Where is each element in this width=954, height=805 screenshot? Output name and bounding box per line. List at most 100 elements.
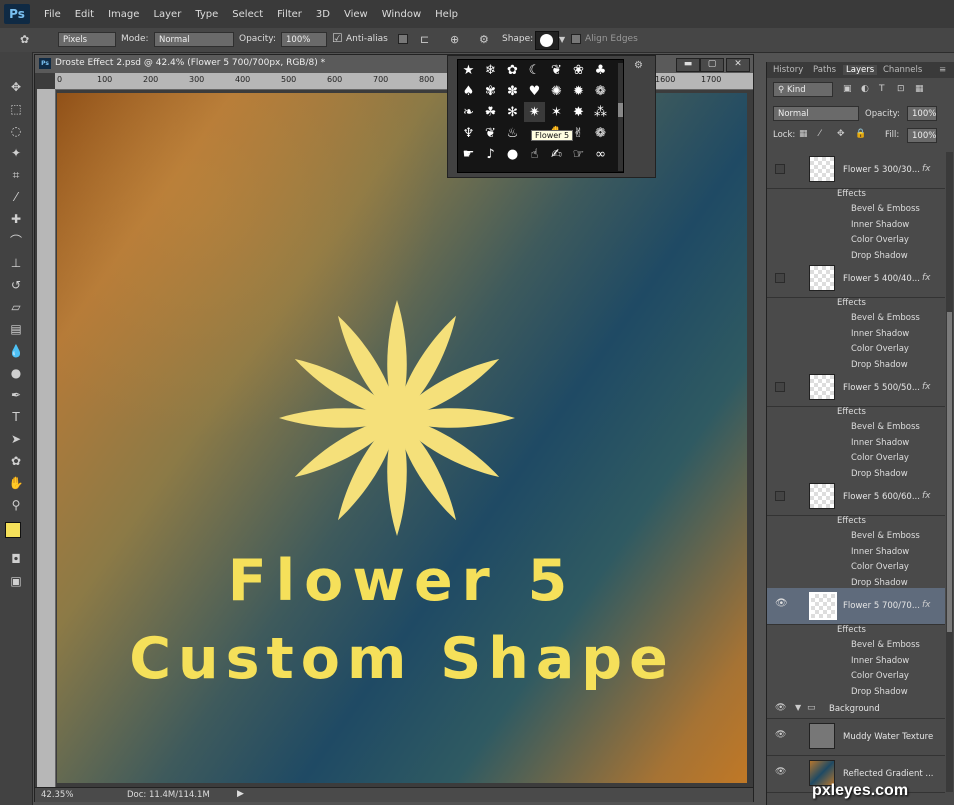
fill-field[interactable]: 100% (907, 128, 937, 143)
effect-bevel-emboss[interactable]: Bevel & Emboss (851, 313, 920, 323)
layers-scroll-thumb[interactable] (947, 312, 952, 632)
effect-drop-shadow[interactable]: Drop Shadow (851, 469, 908, 479)
layer-blend-mode-dropdown[interactable]: Normal (773, 106, 859, 121)
shape-leaf-icon[interactable]: ❦ (546, 60, 567, 80)
maximize-button[interactable]: ▢ (700, 58, 724, 72)
visibility-toggle[interactable] (775, 491, 785, 501)
shape-hand-icon[interactable]: ☝ (524, 144, 545, 164)
effect-color-overlay[interactable]: Color Overlay (851, 235, 909, 245)
effect-bevel-emboss[interactable]: Bevel & Emboss (851, 640, 920, 650)
effect-inner-shadow[interactable]: Inner Shadow (851, 547, 909, 557)
effect-bevel-emboss[interactable]: Bevel & Emboss (851, 531, 920, 541)
custom-shape-tool-icon[interactable]: ✿ (6, 452, 26, 470)
shape-flower-icon[interactable]: ✹ (568, 81, 589, 101)
dodge-tool-icon[interactable]: ● (6, 364, 26, 382)
clone-stamp-tool-icon[interactable]: ⊥ (6, 254, 26, 272)
eye-icon[interactable]: 👁 (775, 767, 786, 777)
effect-drop-shadow[interactable]: Drop Shadow (851, 360, 908, 370)
zoom-tool-icon[interactable]: ⚲ (6, 496, 26, 514)
type-tool-icon[interactable]: T (6, 408, 26, 426)
lasso-tool-icon[interactable]: ◌ (6, 122, 26, 140)
custom-shape-tool-icon[interactable]: ✿ (20, 33, 29, 46)
layer-row[interactable]: Flower 5 500/50... fx (767, 370, 945, 407)
shape-grass-icon[interactable]: ⁂ (590, 102, 611, 122)
menu-type[interactable]: Type (195, 9, 218, 20)
shape-snowflake-icon[interactable]: ❄ (480, 60, 501, 80)
menu-help[interactable]: Help (435, 9, 458, 20)
filter-adjust-icon[interactable]: ◐ (861, 84, 869, 94)
zoom-level[interactable]: 42.35% (41, 790, 73, 800)
visibility-toggle[interactable] (775, 382, 785, 392)
visibility-toggle[interactable] (775, 164, 785, 174)
move-tool-icon[interactable]: ✥ (6, 78, 26, 96)
effect-bevel-emboss[interactable]: Bevel & Emboss (851, 422, 920, 432)
layers-scrollbar[interactable] (946, 152, 953, 792)
path-align-icon[interactable]: ⊏ (420, 33, 429, 46)
effect-inner-shadow[interactable]: Inner Shadow (851, 220, 909, 230)
shape-flower-icon[interactable]: ✺ (546, 81, 567, 101)
shape-infinity-icon[interactable]: ∞ (590, 144, 611, 164)
opacity-field[interactable]: 100% (281, 32, 327, 47)
shape-flower-icon[interactable]: ✽ (502, 81, 523, 101)
screen-mode-icon[interactable]: ▣ (6, 572, 26, 590)
foreground-color-swatch[interactable] (5, 522, 21, 538)
fx-icon[interactable]: fx (922, 491, 931, 501)
magic-wand-tool-icon[interactable]: ✦ (6, 144, 26, 162)
tab-paths[interactable]: Paths (813, 65, 836, 75)
filter-kind-dropdown[interactable]: ⚲ Kind (773, 82, 833, 97)
eye-icon[interactable]: 👁 (775, 598, 788, 609)
layer-row[interactable]: 👁 Muddy Water Texture (767, 719, 945, 756)
marquee-tool-icon[interactable]: ⬚ (6, 100, 26, 118)
layer-row[interactable]: Flower 5 600/60... fx (767, 479, 945, 516)
gear-icon[interactable]: ⚙ (479, 33, 489, 46)
gradient-tool-icon[interactable]: ▤ (6, 320, 26, 338)
layer-opacity-field[interactable]: 100% (907, 106, 937, 121)
menu-layer[interactable]: Layer (153, 9, 181, 20)
eraser-tool-icon[interactable]: ▱ (6, 298, 26, 316)
align-edges-checkbox[interactable] (571, 34, 581, 44)
blur-tool-icon[interactable]: 💧 (6, 342, 26, 360)
shape-blob-icon[interactable]: ● (502, 144, 523, 164)
filter-pixel-icon[interactable]: ▣ (843, 84, 852, 94)
menu-window[interactable]: Window (382, 9, 421, 20)
menu-file[interactable]: File (44, 9, 61, 20)
shape-leaf-icon[interactable]: ❦ (480, 123, 501, 143)
crop-tool-icon[interactable]: ⌗ (6, 166, 26, 184)
minimize-button[interactable]: ▬ (676, 58, 700, 72)
effect-color-overlay[interactable]: Color Overlay (851, 671, 909, 681)
lock-icon[interactable]: 🔒 (855, 129, 866, 139)
shape-picker-scroll-thumb[interactable] (618, 103, 623, 117)
shape-tree-icon[interactable]: ♣ (590, 60, 611, 80)
path-arrange-icon[interactable]: ⊕ (450, 33, 459, 46)
shape-moon-icon[interactable]: ☾ (524, 60, 545, 80)
shape-flower-5-icon[interactable]: ✷ (524, 102, 545, 122)
shape-flower-icon[interactable]: ✻ (502, 102, 523, 122)
chevron-down-icon[interactable]: ▼ (795, 703, 801, 712)
shape-hand-icon[interactable]: ✍ (546, 144, 567, 164)
menu-filter[interactable]: Filter (277, 9, 302, 20)
tab-channels[interactable]: Channels (883, 65, 922, 75)
path-ops-icon[interactable] (398, 34, 408, 44)
fx-icon[interactable]: fx (922, 164, 931, 174)
healing-brush-tool-icon[interactable]: ✚ (6, 210, 26, 228)
shape-hand-icon[interactable]: ☞ (568, 144, 589, 164)
filter-shape-icon[interactable]: ⊡ (897, 84, 905, 94)
tab-history[interactable]: History (773, 65, 803, 75)
filter-smart-icon[interactable]: ▦ (915, 84, 924, 94)
effect-inner-shadow[interactable]: Inner Shadow (851, 438, 909, 448)
shape-preview-button[interactable] (535, 31, 559, 50)
shape-flower-icon[interactable]: ✶ (546, 102, 567, 122)
lock-transparent-icon[interactable]: ▦ (799, 129, 808, 139)
shape-leaf-icon[interactable]: ❧ (458, 102, 479, 122)
menu-3d[interactable]: 3D (316, 9, 330, 20)
chevron-down-icon[interactable]: ▼ (559, 35, 565, 44)
shape-flower-icon[interactable]: ✿ (502, 60, 523, 80)
brush-tool-icon[interactable]: ⌒ (6, 232, 26, 250)
lock-brush-icon[interactable]: ⁄ (819, 129, 821, 139)
eye-icon[interactable]: 👁 (775, 730, 786, 740)
eyedropper-tool-icon[interactable]: ⁄ (6, 188, 26, 206)
effect-color-overlay[interactable]: Color Overlay (851, 344, 909, 354)
layer-row[interactable]: Flower 5 300/30... fx (767, 152, 945, 189)
fx-icon[interactable]: fx (922, 382, 931, 392)
tool-mode-dropdown[interactable]: Pixels (58, 32, 116, 47)
